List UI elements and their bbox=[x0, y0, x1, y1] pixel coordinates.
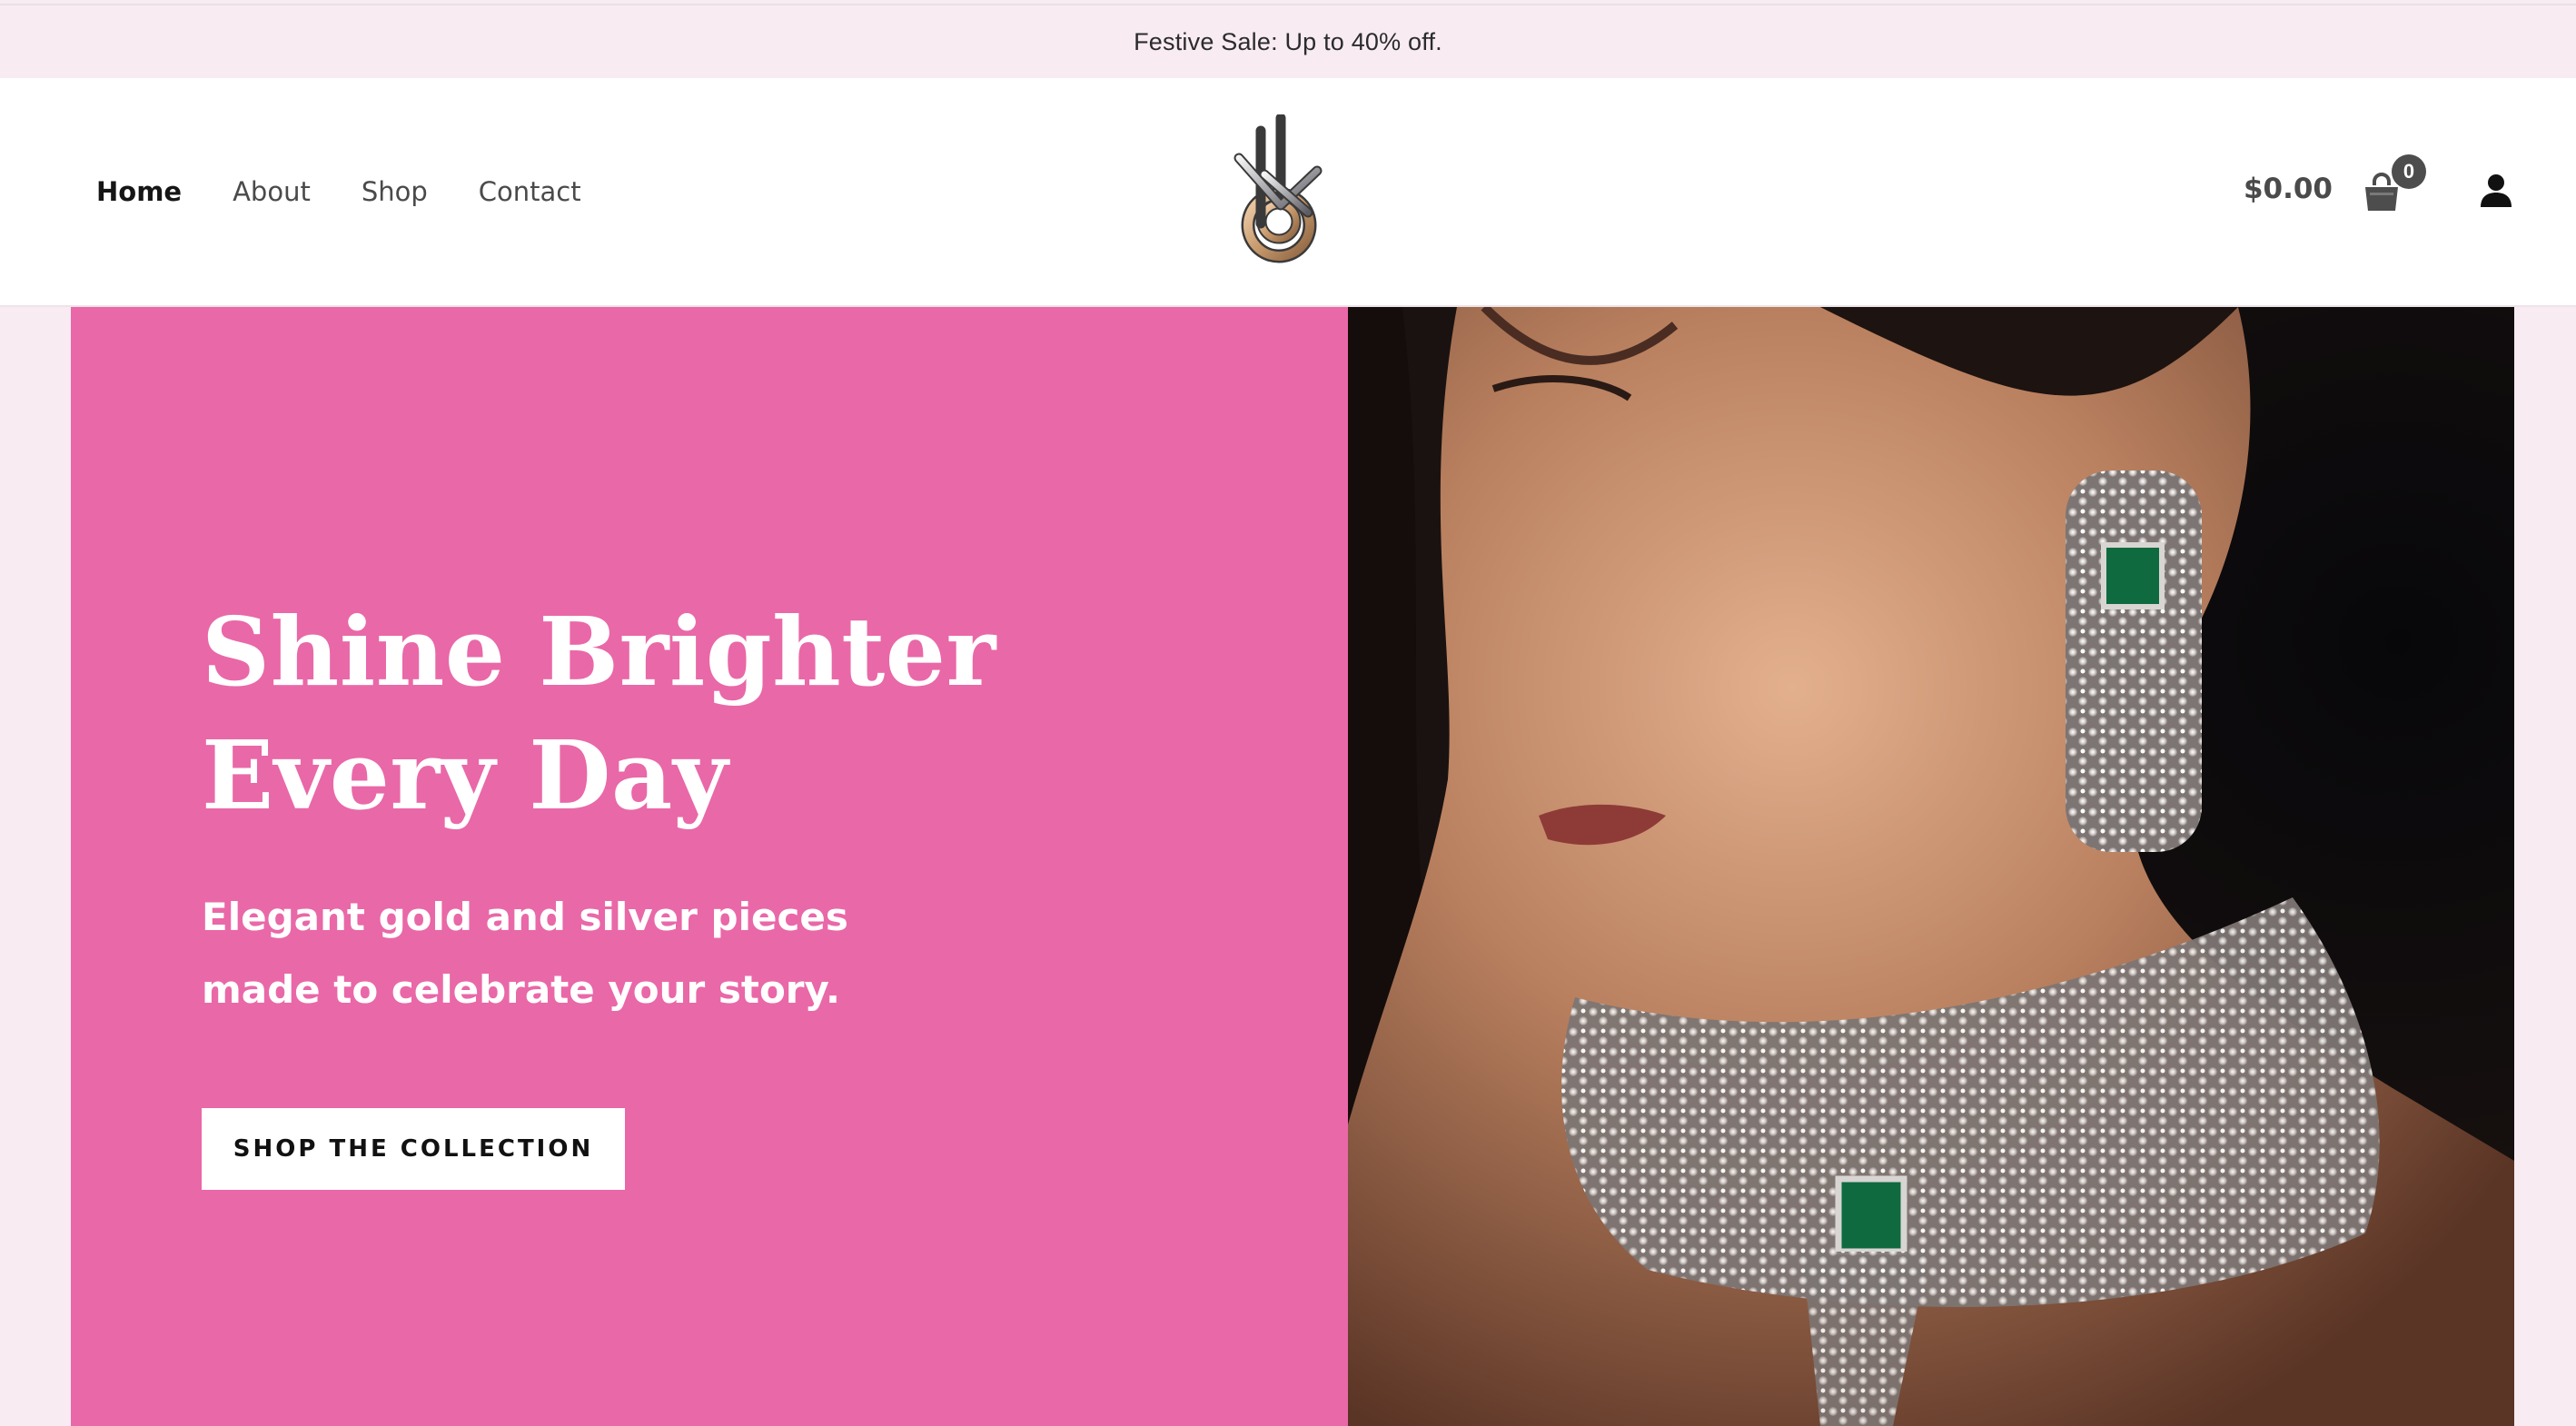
user-icon bbox=[2481, 174, 2512, 207]
announcement-text: Festive Sale: Up to 40% off. bbox=[1134, 27, 1442, 55]
model-jewelry-photo bbox=[1348, 307, 2514, 1426]
hero-title-line-2: Every Day bbox=[202, 719, 728, 831]
cart-total[interactable]: $0.00 bbox=[2244, 173, 2333, 205]
cart-count-badge: 0 bbox=[2392, 154, 2426, 189]
announcement-bar: Festive Sale: Up to 40% off. bbox=[0, 4, 2576, 78]
main-nav: Home About Shop Contact bbox=[96, 78, 581, 305]
site-header: Home About Shop Contact $0.00 0 bbox=[0, 78, 2576, 307]
hero-image bbox=[1348, 307, 2514, 1426]
hero-panel bbox=[71, 307, 1348, 1426]
intertwined-rings-logo-icon bbox=[1234, 113, 1323, 263]
account-button[interactable] bbox=[2478, 173, 2514, 209]
nav-shop[interactable]: Shop bbox=[362, 176, 428, 207]
hero-subtitle-line-2: made to celebrate your story. bbox=[202, 967, 840, 1012]
nav-about[interactable]: About bbox=[233, 176, 311, 207]
nav-home[interactable]: Home bbox=[96, 176, 182, 207]
nav-contact[interactable]: Contact bbox=[479, 176, 581, 207]
hero-subtitle-line-1: Elegant gold and silver pieces bbox=[202, 895, 848, 939]
hero-title-line-1: Shine Brighter bbox=[202, 596, 996, 708]
hero-title: Shine Brighter Every Day bbox=[202, 590, 1201, 837]
shop-collection-button[interactable]: SHOP THE COLLECTION bbox=[202, 1108, 625, 1190]
site-logo[interactable] bbox=[1228, 113, 1328, 269]
hero-subtitle: Elegant gold and silver pieces made to c… bbox=[202, 881, 946, 1026]
